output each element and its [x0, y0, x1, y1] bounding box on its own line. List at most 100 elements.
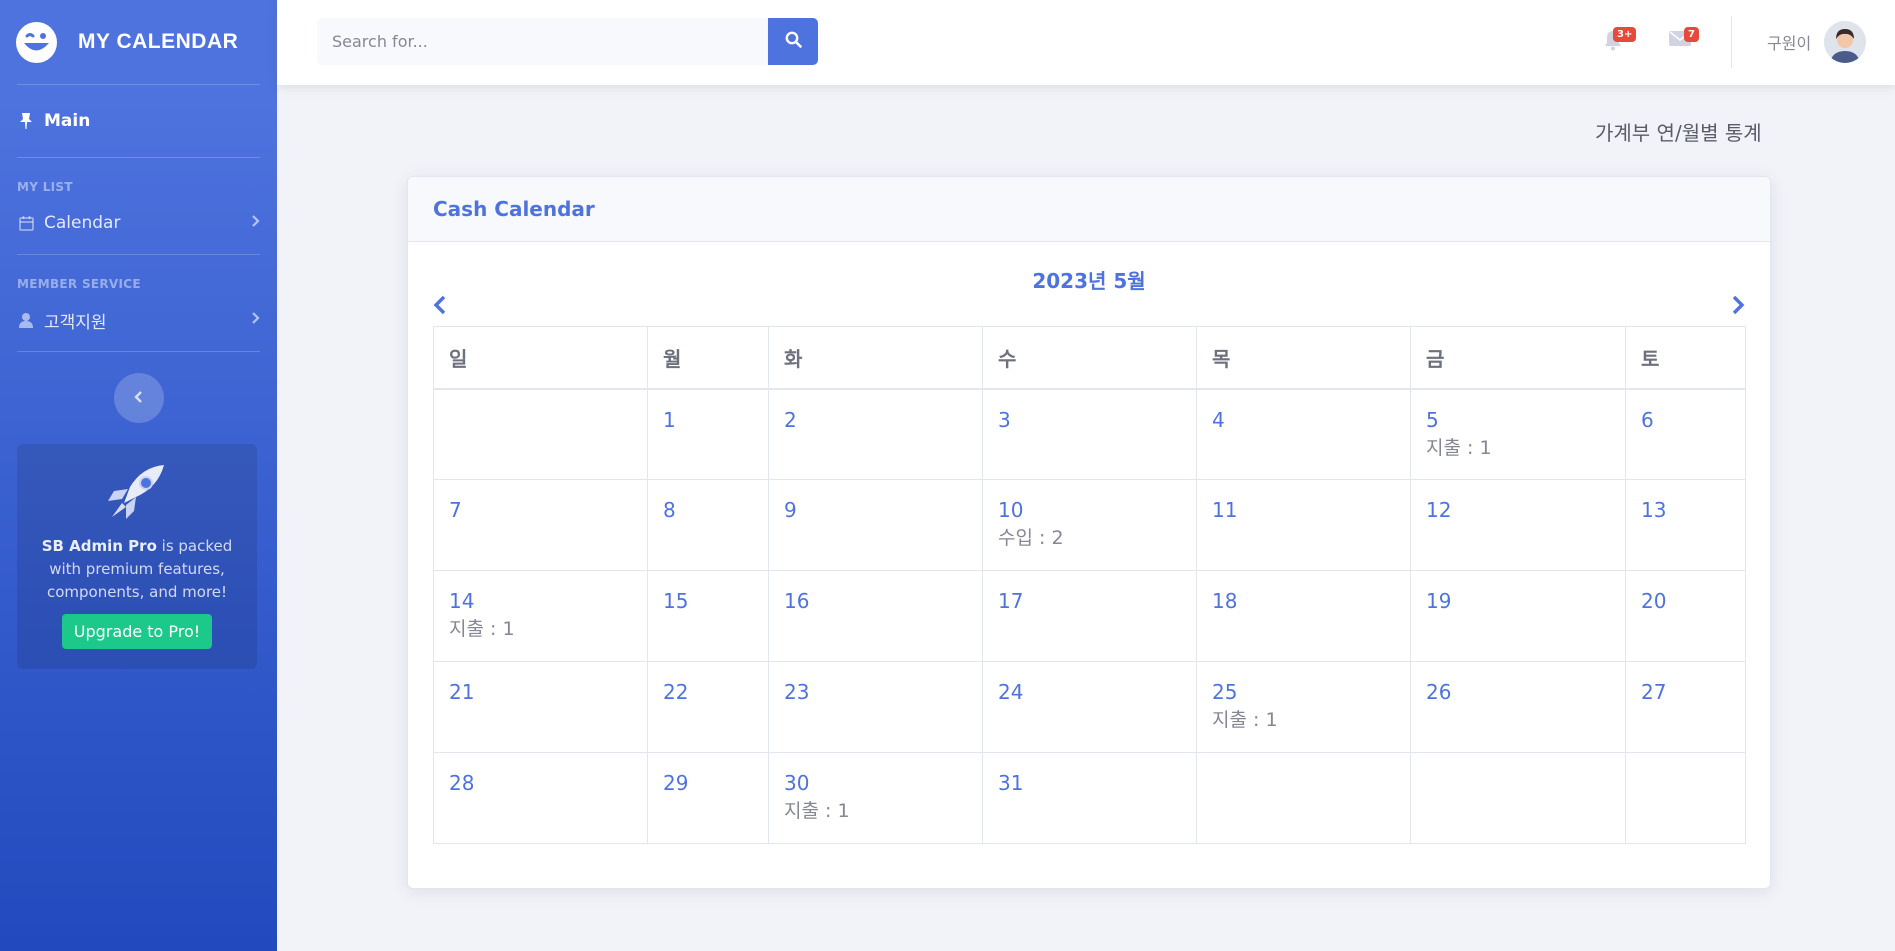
- day-number: 5: [1426, 407, 1439, 432]
- day-cell[interactable]: 29: [647, 752, 769, 844]
- search-input[interactable]: [317, 18, 768, 65]
- day-number: 11: [1212, 498, 1238, 522]
- weekday-header: 화: [768, 326, 983, 390]
- calendar-table: 일 월 화 수 목 금 토 1 2 3 4 5 지출 : 1 6 7 8 9 1…: [433, 326, 1746, 844]
- day-number: 8: [663, 498, 676, 522]
- user-icon: [17, 311, 35, 329]
- day-cell[interactable]: 4: [1196, 388, 1411, 480]
- week-row: 21 22 23 24 25 지출 : 1 26 27: [433, 661, 1746, 753]
- weekday-header: 일: [433, 326, 648, 390]
- day-cell[interactable]: [1410, 752, 1626, 844]
- day-cell[interactable]: 18: [1196, 570, 1411, 662]
- sidebar-item-main[interactable]: Main: [0, 85, 277, 157]
- weekday-header: 수: [982, 326, 1197, 390]
- day-cell[interactable]: 2: [768, 388, 983, 480]
- sidebar-divider: [17, 351, 260, 352]
- week-row: 28 29 30 지출 : 1 31: [433, 752, 1746, 844]
- day-cell[interactable]: 12: [1410, 479, 1626, 571]
- day-cell[interactable]: 25 지출 : 1: [1196, 661, 1411, 753]
- sidebar-item-support[interactable]: 고객지원: [0, 289, 277, 351]
- day-cell[interactable]: 27: [1625, 661, 1746, 753]
- day-number: 12: [1426, 498, 1452, 522]
- search-icon: [785, 31, 802, 52]
- day-cell[interactable]: 31: [982, 752, 1197, 844]
- sidebar-toggle-button[interactable]: [113, 373, 164, 423]
- month-title: 2023년 5월: [1032, 269, 1146, 293]
- alerts-button[interactable]: 3+: [1603, 27, 1637, 55]
- day-number: 2: [784, 407, 797, 432]
- day-cell[interactable]: 13: [1625, 479, 1746, 571]
- day-cell[interactable]: 3: [982, 388, 1197, 480]
- day-number: 23: [784, 680, 810, 704]
- search-form: [317, 18, 818, 65]
- next-month-icon[interactable]: [1731, 295, 1745, 319]
- day-number: 27: [1641, 680, 1667, 704]
- laugh-wink-icon: [16, 21, 57, 63]
- stats-link[interactable]: 가계부 연/월별 통계: [1595, 117, 1762, 146]
- day-cell[interactable]: 19: [1410, 570, 1626, 662]
- alerts-badge: 3+: [1613, 27, 1637, 42]
- day-cell[interactable]: 5 지출 : 1: [1410, 388, 1626, 480]
- weekday-row: 일 월 화 수 목 금 토: [433, 326, 1746, 390]
- day-cell[interactable]: 8: [647, 479, 769, 571]
- day-number: 25: [1212, 680, 1238, 704]
- day-cell[interactable]: 14 지출 : 1: [433, 570, 648, 662]
- user-name[interactable]: 구원이: [1767, 30, 1811, 54]
- day-cell[interactable]: 17: [982, 570, 1197, 662]
- day-cell[interactable]: 22: [647, 661, 769, 753]
- day-cell[interactable]: 26: [1410, 661, 1626, 753]
- sidebar: MY CALENDAR Main MY LIST Calendar MEMBER…: [0, 0, 277, 951]
- day-cell[interactable]: 10 수입 : 2: [982, 479, 1197, 571]
- search-button[interactable]: [768, 18, 818, 65]
- brand-title: MY CALENDAR: [78, 30, 239, 53]
- day-cell[interactable]: 9: [768, 479, 983, 571]
- day-cell[interactable]: 28: [433, 752, 648, 844]
- day-cell[interactable]: 1: [647, 388, 769, 480]
- weekday-header: 토: [1625, 326, 1746, 390]
- day-number: 24: [998, 680, 1024, 704]
- day-cell[interactable]: [1625, 752, 1746, 844]
- day-cell[interactable]: 30 지출 : 1: [768, 752, 983, 844]
- sidebar-item-label: Calendar: [44, 213, 121, 233]
- day-cell[interactable]: 11: [1196, 479, 1411, 571]
- sidebar-item-label: 고객지원: [44, 312, 107, 333]
- day-number: 4: [1212, 407, 1225, 432]
- day-cell[interactable]: 6: [1625, 388, 1746, 480]
- day-number: 21: [449, 680, 475, 704]
- prev-month-icon[interactable]: [433, 295, 447, 319]
- day-cell[interactable]: 21: [433, 661, 648, 753]
- day-cell[interactable]: 7: [433, 479, 648, 571]
- messages-badge: 7: [1684, 27, 1699, 42]
- day-summary: 지출 : 1: [784, 800, 850, 822]
- sidebar-heading-member-service: MEMBER SERVICE: [17, 277, 141, 291]
- week-row: 7 8 9 10 수입 : 2 11 12 13: [433, 479, 1746, 571]
- upgrade-button[interactable]: Upgrade to Pro!: [61, 614, 213, 649]
- day-number: 20: [1641, 589, 1667, 613]
- day-number: 17: [998, 589, 1024, 613]
- day-number: 18: [1212, 589, 1238, 613]
- day-cell[interactable]: 23: [768, 661, 983, 753]
- day-cell[interactable]: 16: [768, 570, 983, 662]
- sidebar-item-label: Main: [44, 111, 91, 131]
- day-number: 29: [663, 771, 689, 795]
- day-cell[interactable]: [433, 388, 648, 480]
- day-cell[interactable]: 15: [647, 570, 769, 662]
- day-summary: 지출 : 1: [449, 618, 515, 640]
- day-number: 15: [663, 589, 689, 613]
- promo-text: SB Admin Pro is packed with premium feat…: [27, 535, 247, 604]
- calendar-card: Cash Calendar 2023년 5월 일 월 화 수 목 금 토 1 2…: [407, 176, 1771, 889]
- promo-brand: SB Admin Pro: [41, 537, 157, 555]
- day-cell[interactable]: 24: [982, 661, 1197, 753]
- avatar[interactable]: [1824, 21, 1866, 63]
- messages-button[interactable]: 7: [1669, 27, 1699, 51]
- day-cell[interactable]: [1196, 752, 1411, 844]
- chevron-right-icon: [251, 310, 260, 330]
- day-number: 16: [784, 589, 810, 613]
- day-summary: 지출 : 1: [1426, 436, 1492, 459]
- day-number: 14: [449, 589, 475, 613]
- sidebar-item-calendar[interactable]: Calendar: [0, 192, 277, 254]
- day-summary: 지출 : 1: [1212, 709, 1278, 731]
- day-number: 22: [663, 680, 689, 704]
- brand-link[interactable]: MY CALENDAR: [0, 0, 277, 84]
- day-cell[interactable]: 20: [1625, 570, 1746, 662]
